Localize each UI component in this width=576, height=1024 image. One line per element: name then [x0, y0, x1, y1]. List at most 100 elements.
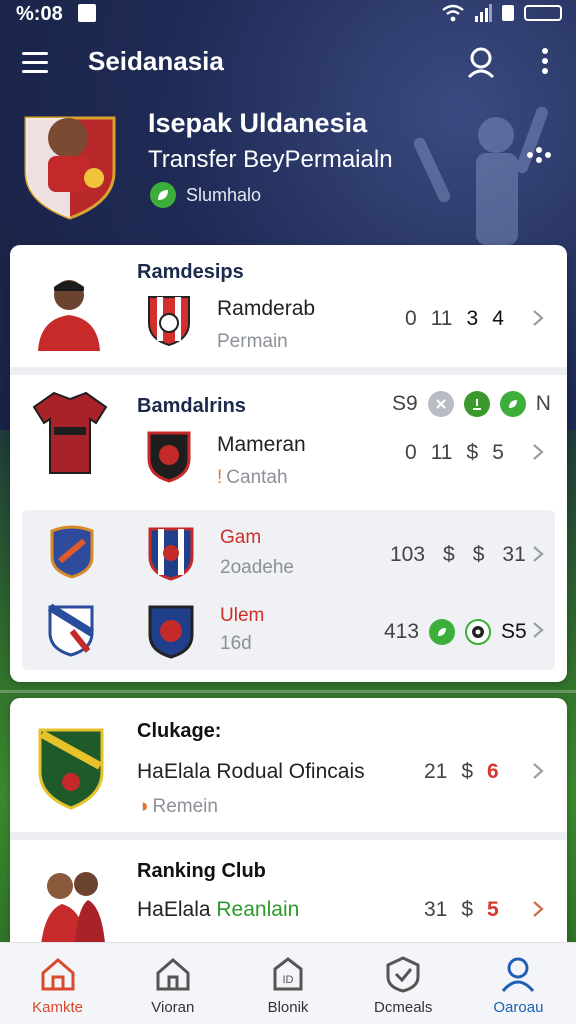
jersey-icon	[32, 391, 108, 474]
sim-icon	[502, 5, 514, 21]
profile-status: Slumhalo	[150, 182, 261, 208]
row-name: Mameran	[217, 433, 306, 456]
app-bar: Seidanasia	[0, 40, 576, 84]
stat-value: 3	[466, 307, 479, 330]
chevron-right-icon[interactable]	[532, 621, 544, 639]
row-name: Gam	[220, 527, 262, 548]
list-item[interactable]: Bamdalrins S9 N Mameran ǃ Cantah 0 11 $ 5	[10, 375, 567, 501]
leaf-badge-icon	[499, 391, 526, 417]
stat-value: 11	[430, 307, 453, 330]
row-name: HaElala Rodual Ofincais	[137, 760, 365, 783]
row-stats: 21 $ 6	[424, 760, 499, 784]
list-item[interactable]: Ramdesips Ramderab Permain 0 11 3 4	[10, 245, 567, 365]
player-avatar-icon	[38, 280, 100, 351]
stat-value: 4	[492, 307, 504, 330]
club-crest-icon	[148, 605, 194, 659]
list-item[interactable]: Clukage: HaElala Rodual Ofincais ◑ Remein…	[10, 698, 567, 830]
more-options-icon[interactable]	[540, 48, 550, 78]
stat-value: $	[472, 543, 485, 566]
row-stats: 0 11 $ 5	[405, 441, 504, 465]
profile-title: Isepak Uldanesia	[148, 108, 368, 138]
list-item[interactable]: Gam 2oadehe 103 $ $ 31	[10, 515, 567, 585]
status-bar: %:08	[0, 0, 576, 28]
stat-value: S5	[501, 620, 527, 643]
stat-value: 103	[390, 543, 426, 566]
nav-item-home[interactable]: Kamkte	[0, 943, 115, 1024]
club-card: Clukage: HaElala Rodual Ofincais ◑ Remein…	[10, 698, 567, 958]
status-time: %:08	[16, 3, 63, 25]
stat-value: 6	[487, 760, 499, 783]
stat-value: $	[443, 543, 455, 566]
chevron-right-icon[interactable]	[532, 443, 544, 461]
leaf-icon	[150, 182, 176, 208]
row-meta: Permain	[217, 331, 288, 352]
profile-subtitle: Transfer BeyPermaialn	[148, 146, 393, 173]
row-heading: Clukage:	[137, 720, 222, 742]
stat-value: 11	[430, 441, 453, 464]
row-heading: Bamdalrins	[137, 395, 246, 417]
row-meta: 16d	[220, 633, 252, 654]
nav-label: Blonik	[267, 999, 309, 1016]
nav-label: Kamkte	[32, 999, 84, 1016]
flame-icon: ◑	[137, 796, 149, 817]
signal-icon	[475, 4, 492, 22]
stat-value: 5	[492, 441, 504, 464]
chevron-right-icon[interactable]	[532, 900, 544, 918]
row-name: Ulem	[220, 605, 265, 626]
transfer-card: Ramdesips Ramderab Permain 0 11 3 4 Bamd…	[10, 245, 567, 682]
search-icon[interactable]	[464, 45, 498, 79]
nav-label: Dcmeals	[374, 999, 433, 1016]
ball-icon	[465, 619, 492, 645]
nav-item-block[interactable]: ID Blonik	[230, 943, 345, 1024]
stat-value: 31	[502, 543, 526, 566]
row-name: Ramderab	[217, 297, 316, 320]
row-stats: 103 $ $ 31	[390, 543, 526, 567]
stat-value: 0	[405, 441, 417, 464]
home-icon	[41, 958, 75, 991]
wifi-icon	[442, 4, 464, 22]
nav-label: Oaroau	[493, 999, 544, 1016]
row-name-highlight: Reanlain	[216, 898, 300, 921]
chevron-right-icon[interactable]	[532, 545, 544, 563]
club-crest-icon	[147, 431, 191, 483]
share-dots-icon[interactable]	[526, 146, 552, 164]
house-outline-icon	[156, 958, 190, 991]
flame-icon: ǃ	[217, 467, 223, 488]
chevron-right-icon[interactable]	[532, 762, 544, 780]
nav-item-profile[interactable]: Oaroau	[461, 943, 576, 1024]
leaf-badge-icon	[429, 619, 456, 645]
row-stats: 0 11 3 4	[405, 307, 504, 331]
list-item[interactable]: Ranking Club HaElala Reanlain 31 $ 5	[10, 840, 567, 958]
nav-item-deals[interactable]: Dcmeals	[346, 943, 461, 1024]
club-crest-icon	[148, 296, 190, 347]
row-name: HaElala Reanlain	[137, 898, 299, 922]
list-item[interactable]: Ulem 16d 413 S5	[10, 595, 567, 665]
stat-value: 31	[424, 898, 448, 921]
stat-value: N	[535, 392, 551, 415]
stat-value: 5	[487, 898, 499, 921]
nav-item-view[interactable]: Vioran	[115, 943, 230, 1024]
divider	[10, 832, 567, 840]
notification-icon	[78, 4, 96, 22]
nav-label: Vioran	[151, 999, 195, 1016]
row-meta: 2oadehe	[220, 557, 294, 578]
stat-value: 0	[405, 307, 417, 330]
row-top-stats: S9 N	[392, 391, 551, 417]
menu-icon[interactable]	[22, 52, 48, 73]
status-icons	[442, 4, 562, 22]
chevron-right-icon[interactable]	[532, 309, 544, 327]
fans-silhouette-icon	[413, 106, 548, 245]
row-meta-text: Remein	[152, 796, 218, 817]
club-crest-icon	[38, 728, 104, 810]
bottom-nav: Kamkte Vioran ID Blonik Dcmeals Oaroau	[0, 942, 576, 1024]
stat-value: $	[461, 760, 474, 783]
stat-value: 413	[384, 620, 420, 643]
app-title: Seidanasia	[88, 46, 224, 76]
row-name-text: HaElala	[137, 898, 211, 921]
stat-value: S9	[392, 392, 418, 415]
tag-house-icon: ID	[273, 957, 303, 991]
shield-check-icon	[386, 956, 420, 993]
row-heading: Ranking Club	[137, 860, 266, 882]
club-crest-icon	[50, 525, 94, 579]
club-crest-icon	[148, 527, 194, 581]
